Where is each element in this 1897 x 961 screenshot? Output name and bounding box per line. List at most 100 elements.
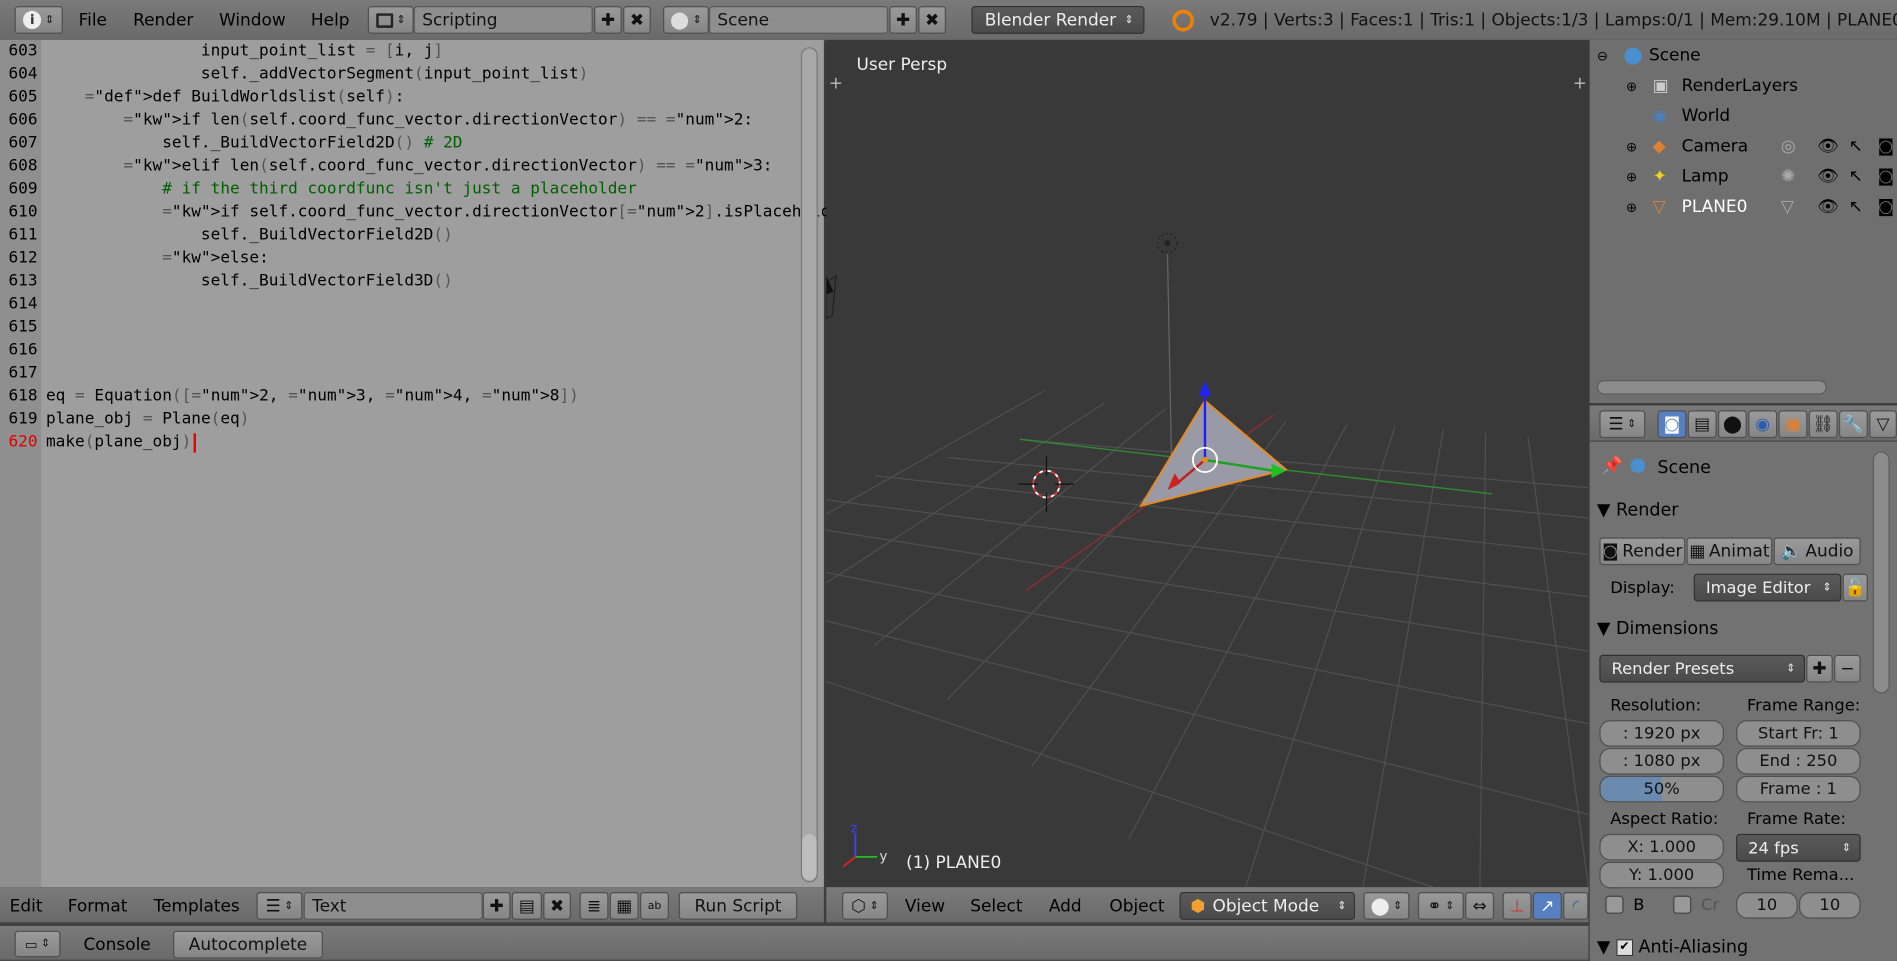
- text-editor[interactable]: 603 604 605 606 607 608 609 610 611 612 613 614 615 6…: [0, 39, 898, 888]
- properties-scrollbar[interactable]: [1872, 451, 1890, 694]
- outliner[interactable]: ⊖ ⬤ Scene ⊕ ▣ RenderLayers ◉ World ⊕ ◆ C…: [1589, 39, 1897, 404]
- add-screen-button[interactable]: ✚: [594, 6, 622, 34]
- pin-icon[interactable]: 📌: [1602, 456, 1623, 475]
- translate-manipulator[interactable]: ⊥: [1502, 891, 1532, 920]
- new-text-button[interactable]: ✚: [482, 891, 511, 920]
- collapse-icon[interactable]: ⊖: [1597, 41, 1608, 71]
- menu-help[interactable]: Help: [311, 0, 350, 40]
- menu-object[interactable]: Object: [1109, 887, 1164, 923]
- menu-select[interactable]: Select: [970, 887, 1022, 923]
- tab-modifiers[interactable]: 🔧: [1838, 410, 1868, 439]
- animation-button[interactable]: ▦ Animat: [1686, 537, 1773, 566]
- expand-icon[interactable]: ⊕: [1626, 162, 1637, 192]
- menu-templates[interactable]: Templates: [154, 887, 240, 923]
- resolution-percentage-field[interactable]: 50%: [1599, 775, 1724, 803]
- rotate-manipulator[interactable]: ↗: [1532, 891, 1562, 920]
- scrollbar-thumb[interactable]: [802, 833, 817, 880]
- aspect-x-field[interactable]: X: 1.000: [1599, 833, 1724, 861]
- outliner-row-scene[interactable]: ⊖ ⬤ Scene: [1590, 41, 1897, 71]
- render-engine-select[interactable]: Blender Render ⇕: [971, 6, 1145, 34]
- screen-layout-type-button[interactable]: ⇕: [367, 6, 414, 34]
- render-presets-select[interactable]: Render Presets ⇕: [1599, 654, 1806, 683]
- select-cursor-icon[interactable]: ↖: [1849, 192, 1863, 222]
- tab-world[interactable]: ◉: [1748, 410, 1778, 439]
- aspect-y-field[interactable]: Y: 1.000: [1599, 861, 1724, 889]
- add-scene-button[interactable]: ✚: [889, 6, 918, 34]
- expand-icon[interactable]: ⊕: [1626, 192, 1637, 222]
- properties-editor-type-button[interactable]: ☰ ⇕: [1599, 410, 1646, 439]
- outliner-row-renderlayers[interactable]: ⊕ ▣ RenderLayers: [1590, 71, 1897, 101]
- word-wrap-toggle[interactable]: ▦: [609, 891, 639, 920]
- outliner-row-camera[interactable]: ⊕ ◆ Camera ◎ 👁 ↖ ◙: [1590, 132, 1897, 162]
- delete-screen-button[interactable]: ✖: [623, 6, 651, 34]
- select-cursor-icon[interactable]: ↖: [1849, 162, 1863, 192]
- select-cursor-icon[interactable]: ↖: [1849, 132, 1863, 162]
- resolution-y-field[interactable]: : 1080 px: [1599, 747, 1724, 775]
- remove-preset-button[interactable]: −: [1834, 654, 1861, 683]
- 3d-editor-type-button[interactable]: ⬡ ⇕: [842, 891, 888, 920]
- tab-object[interactable]: ▣: [1778, 410, 1808, 439]
- syntax-highlight-toggle[interactable]: ab: [639, 891, 670, 920]
- manipulator-toggle[interactable]: ⇔: [1465, 891, 1495, 920]
- resolution-x-field[interactable]: : 1920 px: [1599, 720, 1724, 747]
- text-datablock-button[interactable]: ☰ ⇕: [256, 891, 303, 920]
- menu-window[interactable]: Window: [219, 0, 286, 40]
- start-frame-field[interactable]: Start Fr: 1: [1736, 720, 1861, 747]
- tab-data[interactable]: ▽: [1869, 410, 1897, 439]
- menu-edit[interactable]: Edit: [10, 887, 43, 923]
- line-numbers-toggle[interactable]: ≣: [579, 891, 609, 920]
- visibility-eye-icon[interactable]: 👁: [1817, 192, 1839, 222]
- menu-format[interactable]: Format: [68, 887, 128, 923]
- current-frame-field[interactable]: Frame : 1: [1736, 775, 1861, 803]
- expand-icon[interactable]: ⊕: [1626, 71, 1637, 101]
- outliner-row-lamp[interactable]: ⊕ ✦ Lamp ✺ 👁 ↖ ◙: [1590, 162, 1897, 192]
- console-menu[interactable]: Console: [83, 926, 150, 961]
- delete-scene-button[interactable]: ✖: [918, 6, 947, 34]
- display-select[interactable]: Image Editor ⇕: [1693, 573, 1842, 602]
- console-editor-type-button[interactable]: ▭ ⇕: [14, 930, 61, 958]
- unlink-text-button[interactable]: ✖: [543, 891, 572, 920]
- screen-layout-field[interactable]: Scripting: [413, 6, 593, 34]
- tab-render-layers[interactable]: ▤: [1687, 410, 1717, 439]
- tab-render[interactable]: ◙: [1657, 410, 1687, 439]
- tab-constraints[interactable]: ⛓: [1808, 410, 1838, 439]
- render-camera-icon[interactable]: ◙: [1878, 192, 1894, 222]
- render-camera-icon[interactable]: ◙: [1878, 162, 1894, 192]
- mode-select[interactable]: ⬢ Object Mode ⇕: [1179, 891, 1355, 920]
- lock-interface-button[interactable]: 🔓: [1842, 573, 1868, 602]
- 3d-viewport[interactable]: z y + + User Persp (1) PLANE0: [826, 39, 1589, 888]
- pivot-select[interactable]: ⚭ ⇕: [1417, 891, 1464, 920]
- audio-button[interactable]: 🔈 Audio: [1773, 537, 1861, 566]
- menu-add[interactable]: Add: [1049, 887, 1082, 923]
- menu-file[interactable]: File: [79, 0, 107, 40]
- scrollbar-track[interactable]: [800, 47, 818, 883]
- scale-manipulator[interactable]: ◜: [1563, 891, 1589, 920]
- scene-type-button[interactable]: ⬤ ⇕: [662, 6, 709, 34]
- autocomplete-button[interactable]: Autocomplete: [173, 930, 324, 959]
- menu-view[interactable]: View: [905, 887, 945, 923]
- time-old-field[interactable]: 10: [1736, 891, 1798, 919]
- time-new-field[interactable]: 10: [1798, 891, 1861, 919]
- border-checkbox[interactable]: [1605, 895, 1624, 914]
- end-frame-field[interactable]: End : 250: [1736, 747, 1861, 775]
- info-editor-type-button[interactable]: i ⇕: [14, 6, 63, 34]
- outliner-row-world[interactable]: ◉ World: [1590, 102, 1897, 132]
- anti-aliasing-panel-header[interactable]: ▼ ✔ Anti-Aliasing: [1597, 933, 1887, 961]
- anti-aliasing-checkbox[interactable]: ✔: [1616, 939, 1633, 957]
- visibility-eye-icon[interactable]: 👁: [1817, 162, 1839, 192]
- menu-render[interactable]: Render: [133, 0, 193, 40]
- render-button[interactable]: ◙ Render: [1599, 537, 1686, 566]
- frame-rate-select[interactable]: 24 fps ⇕: [1736, 833, 1861, 862]
- run-script-button[interactable]: Run Script: [678, 891, 798, 920]
- render-camera-icon[interactable]: ◙: [1878, 132, 1894, 162]
- add-preset-button[interactable]: ✚: [1806, 654, 1833, 683]
- expand-icon[interactable]: ⊕: [1626, 132, 1637, 162]
- dimensions-panel-header[interactable]: ▼ Dimensions: [1597, 615, 1887, 644]
- shading-select[interactable]: ⬤ ⇕: [1363, 891, 1410, 920]
- open-text-button[interactable]: ▤: [511, 891, 542, 920]
- crop-checkbox[interactable]: [1673, 895, 1692, 914]
- tab-scene[interactable]: ⬤: [1717, 410, 1747, 439]
- render-panel-header[interactable]: ▼ Render: [1597, 496, 1887, 525]
- text-name-field[interactable]: Text: [303, 891, 483, 920]
- visibility-eye-icon[interactable]: 👁: [1817, 132, 1839, 162]
